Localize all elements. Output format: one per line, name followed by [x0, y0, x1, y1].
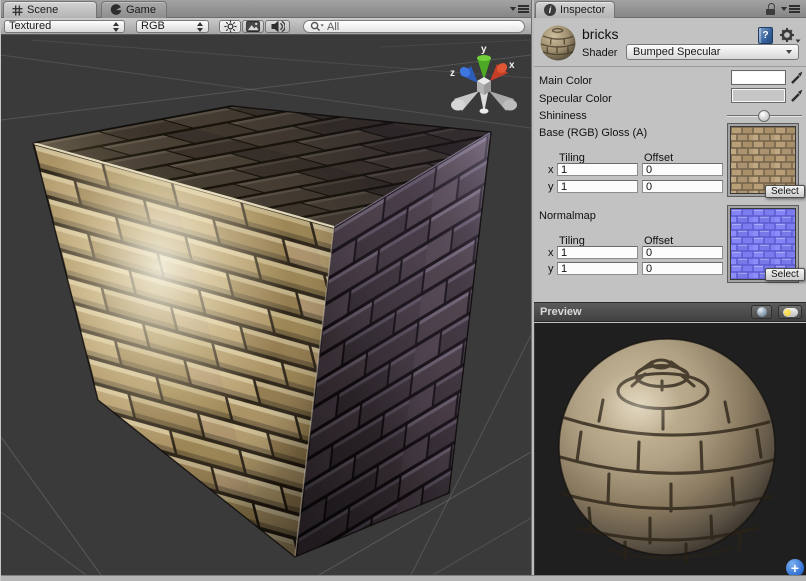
scene-audio-toggle[interactable]	[265, 20, 290, 33]
main-color-swatch[interactable]	[731, 70, 786, 85]
shader-value: Bumped Specular	[633, 46, 786, 58]
specular-color-label: Specular Color	[539, 93, 612, 106]
gear-menu-button[interactable]	[779, 27, 801, 44]
main-color-eyedropper[interactable]	[790, 70, 804, 85]
search-icon	[310, 21, 324, 32]
inspector-pane: i Inspector	[534, 0, 806, 575]
scene-viewport[interactable]: y x z	[1, 35, 531, 575]
base-tiling-y-field[interactable]	[557, 180, 638, 193]
tab-game[interactable]: Game	[101, 1, 167, 18]
lock-body	[766, 9, 775, 15]
normalmap-select-button[interactable]: Select	[765, 268, 805, 281]
normal-offset-x-field[interactable]	[642, 246, 723, 259]
color-mode-dropdown[interactable]: RGB	[136, 20, 209, 33]
base-tiling-x-field[interactable]	[557, 163, 638, 176]
shader-label: Shader	[582, 47, 617, 60]
base-row-y-label: y	[548, 181, 554, 194]
speaker-icon	[271, 20, 285, 33]
sphere-mode-icon	[757, 307, 767, 317]
preview-sphere-canvas	[535, 323, 806, 575]
pane-menu-icon	[789, 5, 800, 13]
material-preview-icon	[539, 24, 577, 62]
image-icon	[246, 21, 260, 32]
tab-inspector[interactable]: i Inspector	[535, 1, 615, 18]
gizmo-x-label: x	[509, 60, 515, 71]
scene-grid-icon	[12, 5, 23, 16]
normal-tiling-y-field[interactable]	[557, 262, 638, 275]
gizmo-y-label: y	[481, 44, 487, 55]
tab-scene-label: Scene	[27, 4, 58, 16]
preview-title: Preview	[540, 306, 582, 318]
base-texture-select-button[interactable]: Select	[765, 185, 805, 198]
base-offset-y-field[interactable]	[642, 180, 723, 193]
slider-thumb[interactable]	[758, 110, 770, 122]
scene-pane: Scene Game Textured RGB	[1, 0, 531, 575]
gizmo-z-label: z	[450, 68, 455, 79]
tab-inspector-label: Inspector	[560, 4, 605, 16]
preview-light-toggle-button[interactable]	[778, 305, 802, 319]
game-icon	[110, 4, 122, 16]
header-separator	[534, 66, 806, 67]
normal-row-y-label: y	[548, 263, 554, 276]
inspector-pane-menu[interactable]	[781, 5, 800, 13]
shininess-slider[interactable]	[727, 109, 802, 123]
search-text: All	[327, 21, 339, 33]
pane-dropdown-icon	[510, 7, 516, 11]
scene-skybox-toggle[interactable]	[242, 20, 264, 33]
base-offset-x-field[interactable]	[642, 163, 723, 176]
material-name: bricks	[582, 26, 619, 42]
render-mode-dropdown[interactable]: Textured	[4, 20, 125, 33]
shininess-label: Shininess	[539, 110, 587, 123]
info-icon: i	[544, 4, 556, 16]
render-mode-value: Textured	[9, 21, 108, 32]
dropdown-caret-icon	[786, 50, 792, 54]
scene-toolbar: Textured RGB	[1, 18, 531, 35]
pane-dropdown-icon	[781, 7, 787, 11]
normal-row-x-label: x	[548, 247, 554, 260]
inspector-lock-toggle[interactable]	[765, 3, 777, 16]
updown-arrows-icon	[196, 22, 204, 32]
preview-viewport[interactable]: +	[534, 323, 806, 575]
normal-tiling-x-field[interactable]	[557, 246, 638, 259]
normalmap-label: Normalmap	[539, 210, 596, 223]
main-color-label: Main Color	[539, 75, 592, 88]
pane-menu-icon	[518, 5, 529, 13]
base-map-label: Base (RGB) Gloss (A)	[539, 127, 647, 140]
window-bottom-edge	[1, 575, 806, 581]
preview-sphere-mode-button[interactable]	[751, 305, 772, 319]
scene-lighting-toggle[interactable]	[219, 20, 241, 33]
specular-color-swatch[interactable]	[731, 88, 786, 103]
color-mode-value: RGB	[141, 21, 192, 32]
sun-icon	[224, 20, 237, 33]
specular-color-eyedropper[interactable]	[790, 88, 804, 103]
tab-game-label: Game	[126, 4, 156, 16]
updown-arrows-icon	[112, 22, 120, 32]
scene-pane-menu[interactable]	[510, 5, 529, 13]
tab-scene[interactable]: Scene	[3, 1, 97, 18]
gear-icon	[780, 28, 794, 42]
base-row-x-label: x	[548, 164, 554, 177]
unity-editor-window: Scene Game Textured RGB	[0, 0, 806, 581]
light-toggle-icon	[783, 308, 798, 317]
shader-dropdown[interactable]: Bumped Specular	[626, 44, 799, 60]
help-icon[interactable]: ?	[758, 27, 773, 44]
normal-offset-y-field[interactable]	[642, 262, 723, 275]
gear-dropdown-caret	[796, 40, 801, 43]
scene-search-field[interactable]: All	[303, 20, 525, 33]
